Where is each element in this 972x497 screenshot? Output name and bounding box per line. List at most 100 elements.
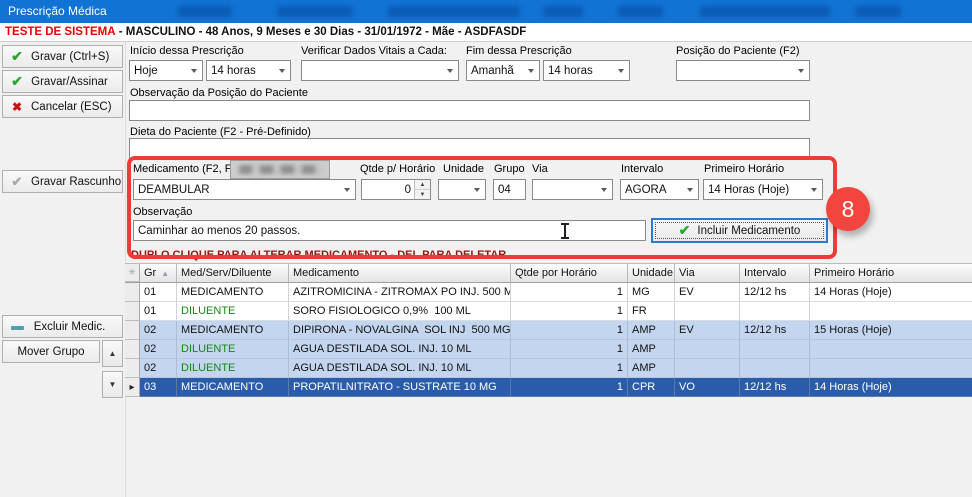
redacted-text-blob: [277, 6, 353, 17]
patient-position-select[interactable]: [676, 60, 810, 81]
column-header-first-time[interactable]: Primeiro Horário: [810, 264, 972, 282]
cell-int: 12/12 hs: [740, 321, 810, 340]
cell-int: 12/12 hs: [740, 283, 810, 302]
redacted-text-blob: [543, 6, 583, 17]
cell-via: [675, 359, 740, 378]
cell-via: VO: [675, 378, 740, 397]
cell-gr: 02: [140, 359, 177, 378]
patient-diet-input[interactable]: [129, 138, 810, 159]
column-header-medication[interactable]: Medicamento: [289, 264, 511, 282]
cell-pri: [810, 359, 972, 378]
chevron-down-icon: [185, 61, 202, 80]
chevron-down-icon: [273, 61, 290, 80]
patient-info-bar: TESTE DE SISTEMA - MASCULINO - 48 Anos, …: [0, 23, 972, 42]
spin-up-icon[interactable]: ▲: [415, 180, 430, 190]
unit-label: Unidade: [443, 163, 484, 175]
table-row[interactable]: 02DILUENTEAGUA DESTILADA SOL. INJ. 10 ML…: [125, 359, 972, 378]
cell-med: SORO FISIOLOGICO 0,9% 100 ML: [289, 302, 511, 321]
unit-select[interactable]: [438, 179, 486, 200]
redacted-text-blob: [618, 6, 663, 17]
check-icon: ✔: [3, 174, 31, 190]
include-medication-label: Incluir Medicamento: [697, 225, 800, 237]
redacted-button[interactable]: [230, 160, 330, 179]
grid-header-row: ✳ Gr ▲ Med/Serv/Diluente Medicamento Qtd…: [125, 264, 972, 283]
end-day-select[interactable]: Amanhã: [466, 60, 540, 81]
save-sign-button[interactable]: ✔ Gravar/Assinar: [2, 70, 123, 93]
first-time-select[interactable]: 14 Horas (Hoje): [703, 179, 823, 200]
save-button[interactable]: ✔ Gravar (Ctrl+S): [2, 45, 123, 68]
column-header-route[interactable]: Via: [675, 264, 740, 282]
start-time-select[interactable]: 14 horas: [206, 60, 291, 81]
prescription-window: Prescrição Médica TESTE DE SISTEMA - MAS…: [0, 0, 972, 497]
observation-input[interactable]: Caminhar ao menos 20 passos.: [133, 220, 646, 241]
redacted-text-blob: [239, 165, 321, 174]
asterisk-icon: ✳: [128, 267, 136, 278]
cell-int: [740, 359, 810, 378]
row-indicator: [125, 302, 140, 321]
column-header-interval[interactable]: Intervalo: [740, 264, 810, 282]
move-down-button[interactable]: ▼: [102, 371, 123, 398]
table-row[interactable]: 02MEDICAMENTODIPIRONA - NOVALGINA SOL IN…: [125, 321, 972, 340]
column-header-gr[interactable]: Gr ▲: [140, 264, 177, 282]
table-row[interactable]: 01MEDICAMENTOAZITROMICINA - ZITROMAX PO …: [125, 283, 972, 302]
med-table-body: 01MEDICAMENTOAZITROMICINA - ZITROMAX PO …: [125, 283, 972, 397]
chevron-down-icon: [522, 61, 539, 80]
minus-icon: [3, 321, 31, 333]
save-sign-button-label: Gravar/Assinar: [31, 76, 122, 88]
chevron-down-icon: [595, 180, 612, 199]
cell-uni: MG: [628, 283, 675, 302]
cell-via: EV: [675, 283, 740, 302]
cell-tipo: MEDICAMENTO: [177, 321, 289, 340]
end-time-select[interactable]: 14 horas: [543, 60, 630, 81]
cell-tipo: DILUENTE: [177, 340, 289, 359]
include-medication-button[interactable]: ✔ Incluir Medicamento: [651, 218, 828, 243]
cell-med: PROPATILNITRATO - SUSTRATE 10 MG: [289, 378, 511, 397]
cell-gr: 01: [140, 283, 177, 302]
table-row[interactable]: 02DILUENTEAGUA DESTILADA SOL. INJ. 10 ML…: [125, 340, 972, 359]
move-group-label: Mover Grupo: [3, 346, 99, 358]
move-up-button[interactable]: ▲: [102, 340, 123, 367]
cell-pri: 15 Horas (Hoje): [810, 321, 972, 340]
column-header-qty[interactable]: Qtde por Horário: [511, 264, 628, 282]
cell-via: [675, 340, 740, 359]
column-header-type[interactable]: Med/Serv/Diluente: [177, 264, 289, 282]
save-draft-button[interactable]: ✔ Gravar Rascunho: [2, 170, 123, 193]
spinner-buttons[interactable]: ▲ ▼: [414, 180, 430, 199]
delete-medication-label: Excluir Medic.: [31, 321, 122, 333]
cancel-button-label: Cancelar (ESC): [31, 101, 126, 113]
column-header-unit[interactable]: Unidade: [628, 264, 675, 282]
patient-name: TESTE DE SISTEMA: [5, 26, 116, 38]
cell-med: DIPIRONA - NOVALGINA SOL INJ 500 MG/ML 2: [289, 321, 511, 340]
grid-indicator-header: ✳: [125, 264, 140, 282]
delete-medication-button[interactable]: Excluir Medic.: [2, 315, 123, 338]
redacted-text-blob: [700, 6, 830, 17]
medication-select[interactable]: DEAMBULAR: [133, 179, 356, 200]
vitals-check-select[interactable]: [301, 60, 459, 81]
cell-qtde: 1: [511, 378, 628, 397]
position-observation-input[interactable]: [129, 100, 810, 121]
cell-qtde: 1: [511, 302, 628, 321]
cell-qtde: 1: [511, 283, 628, 302]
cell-qtde: 1: [511, 359, 628, 378]
row-indicator: [125, 359, 140, 378]
start-prescription-label: Início dessa Prescrição: [130, 45, 244, 57]
group-input[interactable]: 04: [493, 179, 526, 200]
qty-per-hour-stepper[interactable]: 0 ▲ ▼: [361, 179, 431, 200]
end-prescription-label: Fim dessa Prescrição: [466, 45, 572, 57]
route-select[interactable]: [532, 179, 613, 200]
cell-via: [675, 302, 740, 321]
position-observation-label: Observação da Posição do Paciente: [130, 87, 308, 99]
spin-down-icon[interactable]: ▼: [415, 190, 430, 199]
up-arrow-icon: ▲: [109, 349, 117, 358]
table-row[interactable]: 01DILUENTESORO FISIOLOGICO 0,9% 100 ML1F…: [125, 302, 972, 321]
row-indicator: [125, 283, 140, 302]
chevron-down-icon: [792, 61, 809, 80]
cell-gr: 02: [140, 340, 177, 359]
start-day-select[interactable]: Hoje: [129, 60, 203, 81]
interval-select[interactable]: AGORA: [620, 179, 699, 200]
move-group-button[interactable]: Mover Grupo: [2, 340, 100, 363]
table-row[interactable]: ▸03MEDICAMENTOPROPATILNITRATO - SUSTRATE…: [125, 378, 972, 397]
group-label: Grupo: [494, 163, 525, 175]
route-label: Via: [532, 163, 548, 175]
cancel-button[interactable]: ✖ Cancelar (ESC): [2, 95, 123, 118]
